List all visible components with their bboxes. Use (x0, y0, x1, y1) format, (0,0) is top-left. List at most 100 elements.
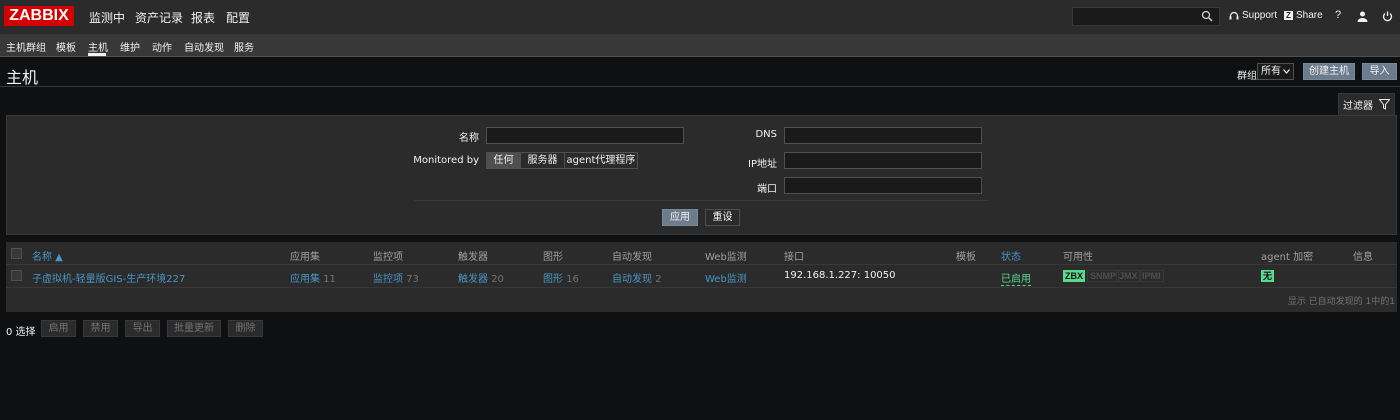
support-link[interactable]: Support (1229, 10, 1277, 21)
user-profile-icon[interactable] (1357, 11, 1368, 22)
logout-icon[interactable] (1382, 11, 1393, 22)
zabbix-logo[interactable]: ZABBIX (4, 6, 74, 26)
name-label: 名称 (459, 133, 479, 144)
table-footer-count: 显示 已自动发现的 1中的1 (1287, 297, 1395, 307)
filter-divider (414, 200, 988, 201)
items-link[interactable]: 监控项 (373, 274, 403, 285)
applications-count: 11 (323, 274, 336, 285)
submenu-host-groups[interactable]: 主机群组 (6, 39, 46, 54)
column-info: 信息 (1353, 252, 1373, 263)
column-templates: 模板 (956, 252, 976, 263)
menu-configuration[interactable]: 配置 (226, 9, 250, 26)
interface-cell: 192.168.1.227: 10050 (784, 270, 896, 281)
headset-icon (1229, 11, 1239, 19)
enable-button[interactable]: 启用 (41, 320, 76, 337)
applications-link[interactable]: 应用集 (290, 274, 320, 285)
dns-input[interactable] (784, 127, 982, 144)
monitored-by-proxy[interactable]: agent代理程序 (564, 152, 638, 169)
share-icon: Z (1284, 11, 1293, 20)
select-all-checkbox[interactable] (11, 248, 22, 259)
availability-ipmi-badge: IPMI (1139, 270, 1164, 282)
column-graphs: 图形 (543, 252, 563, 263)
ip-input[interactable] (784, 152, 982, 169)
column-triggers: 触发器 (458, 252, 488, 263)
ip-label: IP地址 (748, 159, 777, 170)
share-label: Share (1296, 10, 1323, 21)
hosts-table (6, 242, 1397, 312)
items-cell: 监控项 73 (373, 270, 419, 285)
group-select[interactable]: 所有 (1257, 63, 1294, 80)
monitored-by-server[interactable]: 服务器 (520, 152, 565, 169)
column-availability: 可用性 (1063, 252, 1093, 263)
header-divider (6, 264, 1397, 265)
discovery-cell: 自动发现 2 (612, 270, 662, 285)
menu-reports[interactable]: 报表 (191, 9, 215, 26)
web-link[interactable]: Web监测 (705, 270, 747, 285)
export-button[interactable]: 导出 (125, 320, 160, 337)
availability-jmx-badge: JMX (1116, 270, 1141, 282)
triggers-count: 20 (491, 274, 504, 285)
submenu-hosts[interactable]: 主机 (88, 39, 108, 54)
discovery-count: 2 (655, 274, 662, 285)
help-link[interactable]: ? (1335, 9, 1341, 21)
name-input[interactable] (486, 127, 684, 144)
column-discovery: 自动发现 (612, 252, 652, 263)
support-label: Support (1242, 10, 1278, 21)
column-interface: 接口 (784, 252, 804, 263)
menu-monitoring[interactable]: 监测中 (89, 9, 125, 26)
row-divider (6, 287, 1397, 288)
graphs-link[interactable]: 图形 (543, 274, 563, 285)
triggers-cell: 触发器 20 (458, 270, 504, 285)
discovery-link[interactable]: 自动发现 (612, 274, 652, 285)
submenu-actions[interactable]: 动作 (152, 39, 172, 54)
group-label: 群组 (1237, 71, 1257, 82)
search-icon[interactable] (1201, 10, 1213, 22)
disable-button[interactable]: 禁用 (83, 320, 118, 337)
submenu-services[interactable]: 服务 (234, 39, 254, 54)
column-status[interactable]: 状态 (1001, 248, 1021, 263)
column-web: Web监测 (705, 252, 747, 263)
reset-button[interactable]: 重设 (705, 209, 740, 226)
submenu-templates[interactable]: 模板 (56, 39, 76, 54)
page-title: 主机 (6, 68, 39, 87)
active-tab-indicator (88, 53, 106, 56)
column-items: 监控项 (373, 252, 403, 263)
port-label: 端口 (757, 184, 777, 195)
items-count: 73 (406, 274, 419, 285)
title-divider (0, 86, 1400, 87)
selected-count: 0 选择 (6, 327, 36, 338)
monitored-by-any[interactable]: 任何 (486, 152, 521, 169)
chevron-down-icon (1283, 69, 1290, 74)
mass-update-button[interactable]: 批量更新 (167, 320, 221, 337)
filter-panel (6, 115, 1397, 235)
applications-cell: 应用集 11 (290, 270, 336, 285)
filter-tab[interactable]: 过滤器 (1338, 93, 1395, 115)
filter-icon (1379, 99, 1390, 110)
row-checkbox[interactable] (11, 270, 22, 281)
group-select-value: 所有 (1261, 66, 1281, 77)
graphs-cell: 图形 16 (543, 270, 579, 285)
delete-button[interactable]: 删除 (228, 320, 263, 337)
graphs-count: 16 (566, 274, 579, 285)
column-encryption: agent 加密 (1261, 252, 1314, 263)
availability-zbx-badge: ZBX (1063, 270, 1085, 282)
dns-label: DNS (755, 129, 777, 140)
menu-inventory[interactable]: 资产记录 (135, 9, 183, 26)
availability-snmp-badge: SNMP (1087, 270, 1120, 282)
submenu-maintenance[interactable]: 维护 (120, 39, 140, 54)
triggers-link[interactable]: 触发器 (458, 274, 488, 285)
create-host-button[interactable]: 创建主机 (1303, 63, 1355, 80)
monitored-by-label: Monitored by (413, 155, 479, 166)
apply-button[interactable]: 应用 (662, 209, 698, 226)
column-name[interactable]: 名称 ▲ (32, 248, 63, 263)
import-button[interactable]: 导入 (1362, 63, 1397, 80)
share-link[interactable]: Z Share (1284, 10, 1323, 21)
search-input[interactable] (1072, 7, 1220, 26)
status-toggle[interactable]: 已启用 (1001, 270, 1031, 286)
encryption-badge: 无 (1261, 270, 1275, 282)
filter-tab-label: 过滤器 (1343, 101, 1373, 112)
host-name-link[interactable]: 子虚拟机-轻量版GIS-生产环境227 (32, 270, 185, 285)
port-input[interactable] (784, 177, 982, 194)
column-applications: 应用集 (290, 252, 320, 263)
submenu-discovery[interactable]: 自动发现 (184, 39, 224, 54)
